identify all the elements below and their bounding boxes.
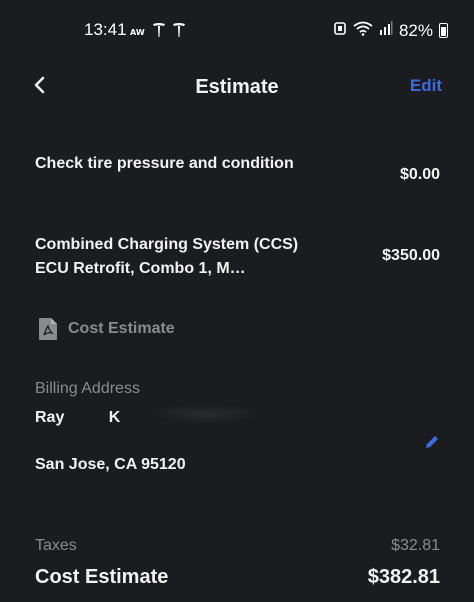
signal-icon	[379, 20, 393, 41]
total-label: Cost Estimate	[35, 566, 169, 588]
status-right: 82%	[333, 20, 448, 41]
status-time: 13:41	[84, 20, 127, 39]
total-value: $382.81	[367, 566, 440, 588]
taxes-value: $32.81	[391, 537, 440, 554]
wifi-icon	[353, 20, 373, 41]
redaction-mark	[150, 404, 260, 424]
battery-icon	[439, 23, 448, 38]
aw-icon: AW	[130, 24, 146, 42]
line-item: Combined Charging System (CCS) ECU Retro…	[35, 233, 440, 281]
edit-button[interactable]: Edit	[410, 76, 442, 96]
battery-percent: 82%	[398, 20, 433, 40]
page-title: Estimate	[195, 76, 279, 98]
line-item: Check tire pressure and condition $0.00	[35, 152, 440, 183]
line-item-price: $350.00	[382, 247, 440, 264]
billing-city-line: San Jose, CA 95120	[35, 456, 186, 473]
alarm-icon	[333, 20, 347, 41]
tesla-icon	[172, 22, 186, 43]
billing-name: Ray K	[35, 409, 121, 426]
header: Estimate Edit	[0, 68, 474, 108]
cost-estimate-document-label: Cost Estimate	[68, 320, 175, 337]
taxes-label: Taxes	[35, 537, 77, 554]
cost-estimate-document-link[interactable]: Cost Estimate	[38, 317, 175, 341]
notification-icons: AW	[130, 22, 186, 43]
line-item-description: Check tire pressure and condition	[35, 155, 294, 172]
line-item-price: $0.00	[399, 166, 440, 183]
edit-billing-address-button[interactable]	[424, 434, 440, 450]
svg-text:AW: AW	[130, 28, 145, 37]
line-item-description: Combined Charging System (CCS) ECU Retro…	[35, 236, 299, 277]
pdf-icon	[39, 318, 57, 340]
tesla-icon	[152, 22, 166, 43]
billing-address-label: Billing Address	[35, 380, 140, 397]
estimate-screen: 13:41 AW 82% Estimate Edit Check tire pr…	[0, 0, 474, 602]
status-bar: 13:41 AW 82%	[0, 18, 474, 44]
pencil-icon	[426, 436, 438, 448]
